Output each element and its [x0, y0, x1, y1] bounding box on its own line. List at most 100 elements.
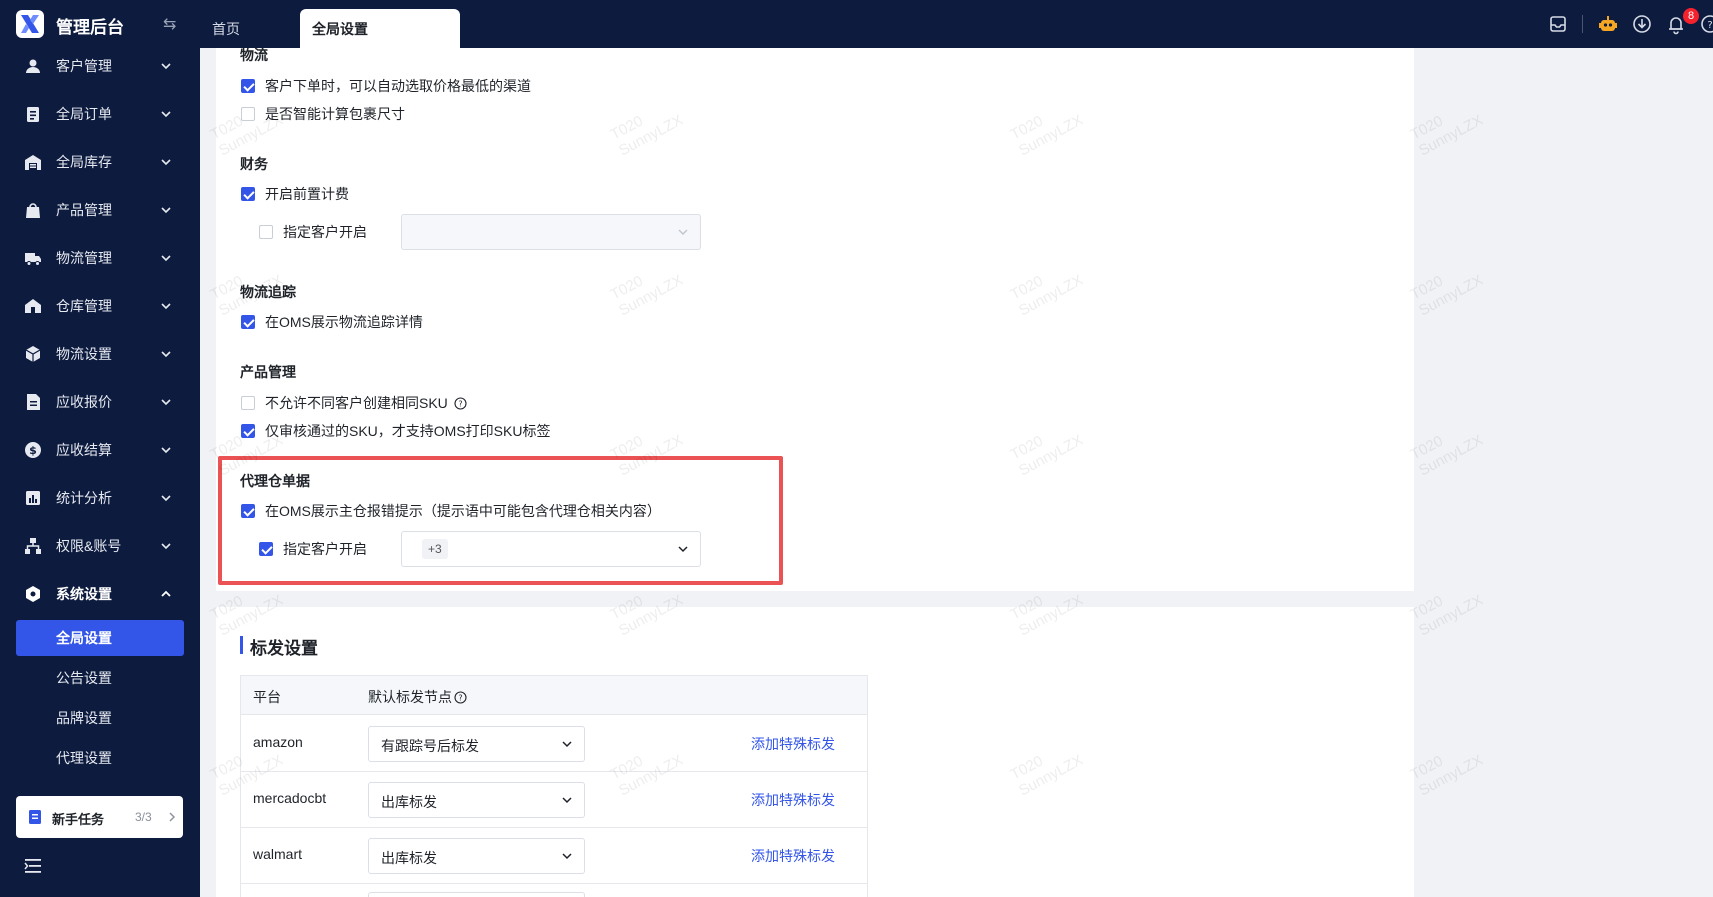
beginner-task-card[interactable]: 新手任务 3/3 — [16, 796, 183, 838]
highlight-box — [218, 456, 783, 585]
chevron-down-icon — [161, 543, 171, 550]
sidebar-subitem-global-settings[interactable]: 全局设置 — [16, 620, 184, 656]
sidebar-item-logistics-settings[interactable]: 物流设置 — [0, 332, 200, 376]
watermark: T020 SunnyLZX — [1407, 591, 1486, 640]
table-header: 平台 默认标发节点 ? — [241, 676, 867, 715]
option-label: 不允许不同客户创建相同SKU — [265, 395, 448, 411]
option-label: 客户下单时，可以自动选取价格最低的渠道 — [265, 78, 531, 94]
option-auto-cheapest-channel[interactable]: 客户下单时，可以自动选取价格最低的渠道 — [241, 76, 531, 96]
option-label: 开启前置计费 — [265, 186, 349, 202]
sidebar-item-global-inventory[interactable]: 全局库存 — [0, 140, 200, 184]
org-icon — [25, 538, 41, 554]
add-special-mark-link[interactable]: 添加特殊标发 — [751, 734, 835, 754]
sidebar-item-label: 权限&账号 — [56, 538, 122, 554]
finance-customer-select[interactable] — [401, 214, 701, 250]
checkbox[interactable] — [241, 315, 255, 329]
checkbox[interactable] — [241, 187, 255, 201]
sidebar-subitem-brand-settings[interactable]: 品牌设置 — [16, 700, 184, 736]
tab-global-settings[interactable]: 全局设置 — [300, 9, 460, 48]
sidebar-item-customers[interactable]: 客户管理 — [0, 48, 200, 88]
chart-icon — [26, 491, 40, 505]
chevron-down-icon — [161, 351, 171, 358]
column-header-platform: 平台 — [253, 689, 281, 705]
sidebar-item-receivable-quotes[interactable]: 应收报价 — [0, 380, 200, 424]
chevron-right-icon — [169, 812, 175, 822]
svg-text:$: $ — [29, 444, 37, 457]
sidebar-item-statistics[interactable]: 统计分析 — [0, 476, 200, 520]
sidebar-subitem-announcement-settings[interactable]: 公告设置 — [16, 660, 184, 696]
checkbox[interactable] — [241, 396, 255, 410]
option-prepay-billing[interactable]: 开启前置计费 — [241, 184, 349, 204]
tab-home[interactable]: 首页 — [198, 9, 298, 48]
question-icon[interactable]: ? — [454, 690, 467, 704]
chevron-down-icon — [161, 399, 171, 406]
sidebar: 客户管理 全局订单 全局库存 产品管理 物流管理 仓库管理 物流设置 应收报价 … — [0, 48, 200, 897]
sidebar-item-label: 全局订单 — [56, 106, 112, 122]
sidebar-item-label: 应收报价 — [56, 394, 112, 410]
table-row — [241, 884, 867, 897]
sidebar-item-permissions[interactable]: 权限&账号 — [0, 524, 200, 568]
option-unique-sku[interactable]: 不允许不同客户创建相同SKU ? — [241, 393, 467, 413]
dollar-icon: $ — [25, 442, 41, 458]
option-finance-customer-scope[interactable]: 指定客户开启 — [259, 222, 367, 242]
checkbox[interactable] — [259, 225, 273, 239]
sidebar-item-products[interactable]: 产品管理 — [0, 188, 200, 232]
menu-toggle-icon[interactable] — [24, 858, 42, 874]
user-icon — [26, 59, 40, 73]
sidebar-item-global-orders[interactable]: 全局订单 — [0, 92, 200, 136]
clipboard-icon — [27, 107, 39, 122]
sidebar-item-label: 系统设置 — [56, 586, 112, 602]
platform-cell: walmart — [253, 846, 303, 862]
svg-text:?: ? — [458, 693, 462, 702]
app-logo[interactable] — [16, 10, 44, 38]
chevron-down-icon — [562, 797, 572, 804]
question-icon[interactable]: ? — [454, 396, 467, 410]
shipping-node-select[interactable] — [368, 892, 585, 897]
chevron-down-icon — [161, 111, 171, 118]
shipping-node-select[interactable]: 有跟踪号后标发 — [368, 726, 585, 762]
option-approved-sku-label[interactable]: 仅审核通过的SKU，才支持OMS打印SKU标签 — [241, 421, 550, 441]
option-label: 是否智能计算包裹尺寸 — [265, 106, 405, 122]
inbox-icon[interactable] — [1547, 13, 1569, 35]
top-bar: 管理后台 ⇆ 首页 全局设置 8 ? — [0, 0, 1713, 48]
task-card-label: 新手任务 — [52, 812, 105, 827]
download-icon[interactable] — [1631, 13, 1653, 35]
add-special-mark-link[interactable]: 添加特殊标发 — [751, 846, 835, 866]
sidebar-item-label: 产品管理 — [56, 202, 112, 218]
app-title: 管理后台 — [56, 18, 124, 37]
sidebar-item-receivable-settlement[interactable]: $ 应收结算 — [0, 428, 200, 472]
chevron-down-icon — [161, 495, 171, 502]
option-oms-tracking-details[interactable]: 在OMS展示物流追踪详情 — [241, 312, 423, 332]
checkbox[interactable] — [241, 79, 255, 93]
sidebar-item-system-settings[interactable]: 系统设置 — [0, 572, 200, 616]
task-card-count: 3/3 — [135, 810, 152, 824]
header-divider — [1582, 15, 1583, 33]
select-value: 有跟踪号后标发 — [381, 738, 479, 754]
chevron-down-icon — [161, 63, 171, 70]
chevron-down-icon — [161, 447, 171, 454]
section-title-product: 产品管理 — [240, 364, 296, 380]
chevron-down-icon — [678, 229, 688, 235]
task-list-icon — [29, 810, 41, 824]
bag-icon — [26, 203, 40, 218]
add-special-mark-link[interactable]: 添加特殊标发 — [751, 790, 835, 810]
shipping-mark-table: 平台 默认标发节点 ? amazon 有跟踪号后标发 添加特殊标发 mercad… — [240, 675, 868, 897]
settings-icon — [26, 586, 40, 602]
sidebar-subitem-agent-settings[interactable]: 代理设置 — [16, 740, 184, 776]
chevron-down-icon — [562, 853, 572, 860]
sidebar-item-label: 全局库存 — [56, 154, 112, 170]
svg-text:?: ? — [458, 399, 462, 408]
shipping-node-select[interactable]: 出库标发 — [368, 782, 585, 818]
svg-text:?: ? — [1707, 20, 1712, 31]
shipping-node-select[interactable]: 出库标发 — [368, 838, 585, 874]
help-icon[interactable]: ? — [1699, 13, 1713, 35]
sidebar-item-logistics[interactable]: 物流管理 — [0, 236, 200, 280]
sidebar-item-label: 物流管理 — [56, 250, 112, 266]
robot-icon[interactable] — [1597, 13, 1619, 35]
section-title-finance: 财务 — [240, 156, 268, 172]
swap-icon[interactable]: ⇆ — [163, 14, 176, 34]
warehouse-icon — [25, 155, 41, 170]
truck-icon — [25, 253, 41, 266]
watermark: T020 SunnyLZX — [1407, 271, 1486, 320]
sidebar-item-warehouses[interactable]: 仓库管理 — [0, 284, 200, 328]
